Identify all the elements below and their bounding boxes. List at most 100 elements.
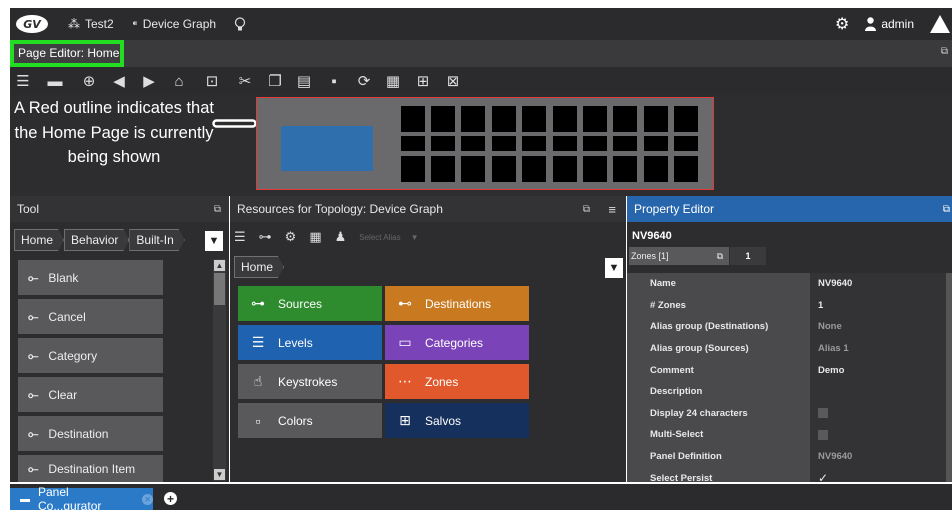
select-alias-dropdown[interactable]: Select Alias ▼	[359, 233, 418, 242]
panel-button-cell[interactable]	[644, 156, 668, 182]
panel-button-cell[interactable]	[613, 136, 637, 151]
property-value[interactable]: Alias 1	[810, 337, 952, 360]
filter-icon[interactable]: ▼	[605, 258, 623, 278]
zones-selector[interactable]: Zones [1] ⧉	[629, 247, 729, 265]
checkbox[interactable]	[818, 429, 828, 440]
delete-page-icon[interactable]: ⊡	[194, 67, 230, 95]
panel-button-cell[interactable]	[401, 106, 425, 132]
resource-tile-categories[interactable]: ▭ Categories	[385, 325, 529, 360]
panel-button-cell[interactable]	[553, 136, 577, 151]
popout-icon[interactable]: ⧉	[943, 204, 950, 215]
panel-button-cell[interactable]	[553, 156, 577, 182]
display-widget[interactable]	[281, 126, 373, 171]
property-value[interactable]	[810, 424, 952, 446]
panel-button-cell[interactable]	[613, 106, 637, 132]
panel-button-cell[interactable]	[522, 136, 546, 151]
panel-button-cell[interactable]	[492, 136, 516, 151]
panel-button-cell[interactable]	[644, 106, 668, 132]
copy-icon[interactable]: ❐	[260, 67, 290, 95]
panel-button-cell[interactable]	[583, 156, 607, 182]
panel-button-cell[interactable]	[613, 156, 637, 182]
arrange-icon[interactable]: ▪	[318, 67, 350, 95]
tool-item-category[interactable]: ⟜ Category	[18, 338, 163, 373]
panel-button-cell[interactable]	[401, 136, 425, 151]
list-icon[interactable]: ☰	[234, 229, 246, 245]
resource-tile-zones[interactable]: ⋯ Zones	[385, 364, 529, 399]
property-value[interactable]: 1	[810, 294, 952, 317]
warning-icon[interactable]	[930, 15, 950, 33]
tool-item-destination[interactable]: ⟜ Destination	[18, 416, 163, 451]
panel-button-cell[interactable]	[583, 136, 607, 151]
breadcrumb-behavior[interactable]: Behavior	[64, 229, 129, 251]
gear-icon[interactable]: ⚙	[285, 229, 297, 245]
tool-item-clear[interactable]: ⟜ Clear	[18, 377, 163, 412]
tool-item-cancel[interactable]: ⟜ Cancel	[18, 299, 163, 334]
panel-button-cell[interactable]	[583, 106, 607, 132]
property-value[interactable]	[810, 381, 952, 403]
panel-button-cell[interactable]	[492, 156, 516, 182]
tab-panel-configurator[interactable]: ▬ Panel Co...gurator ✕	[10, 485, 153, 513]
filter-icon[interactable]: ▼	[205, 231, 223, 251]
resource-tile-salvos[interactable]: ⊞ Salvos	[385, 403, 529, 438]
link-icon[interactable]: ⊶	[259, 229, 272, 245]
breadcrumb-home[interactable]: Home	[234, 256, 284, 278]
paste-icon[interactable]: ▤	[290, 67, 318, 95]
property-value[interactable]: None	[810, 316, 952, 338]
menu-icon[interactable]: ≡	[608, 202, 616, 217]
user-group-icon[interactable]: ♟	[335, 229, 347, 245]
resource-tile-destinations[interactable]: ⊷ Destinations	[385, 286, 529, 321]
grid-icon[interactable]: ▦	[309, 229, 321, 245]
zones-value[interactable]: 1	[730, 247, 766, 265]
home-icon[interactable]: ⌂	[164, 67, 194, 95]
panel-button-cell[interactable]	[522, 106, 546, 132]
list-icon[interactable]: ☰	[10, 67, 36, 95]
resource-tile-colors[interactable]: ▫ Colors	[238, 403, 382, 438]
tool-item-blank[interactable]: ⟜ Blank	[18, 260, 163, 295]
grid-icon[interactable]: ▦	[378, 67, 408, 95]
keyboard-icon[interactable]: ▬	[36, 67, 74, 95]
user-menu[interactable]: admin	[865, 17, 914, 31]
resource-tile-sources[interactable]: ⊶ Sources	[238, 286, 382, 321]
popout-icon[interactable]: ⧉	[941, 46, 948, 57]
property-value[interactable]: ✓	[810, 467, 952, 482]
panel-button-cell[interactable]	[674, 156, 698, 182]
close-icon[interactable]: ✕	[142, 493, 153, 505]
panel-button-cell[interactable]	[492, 106, 516, 132]
panel-button-cell[interactable]	[674, 106, 698, 132]
grid-outline-icon[interactable]: ⊞	[408, 67, 438, 95]
forward-icon[interactable]: ▶	[134, 67, 164, 95]
home-page-canvas[interactable]	[256, 97, 714, 190]
cut-icon[interactable]: ✂	[230, 67, 260, 95]
property-value[interactable]: NV9640	[810, 445, 952, 468]
topology-link[interactable]: ⁂ Test2	[68, 17, 114, 31]
panel-button-cell[interactable]	[461, 136, 485, 151]
clear-grid-icon[interactable]: ⊠	[438, 67, 468, 95]
gear-icon[interactable]: ⚙	[835, 14, 849, 34]
add-page-icon[interactable]: ⊕	[74, 67, 104, 95]
tool-item-destination-item[interactable]: ⟜ Destination Item	[18, 455, 163, 482]
panel-button-cell[interactable]	[431, 156, 455, 182]
tool-scrollbar[interactable]: ▲ ▼	[213, 259, 226, 481]
panel-button-cell[interactable]	[461, 156, 485, 182]
breadcrumb-built-in[interactable]: Built-In	[129, 229, 184, 251]
add-tab-icon[interactable]: +	[164, 492, 177, 506]
popout-icon[interactable]: ⧉	[583, 204, 590, 215]
gv-logo-icon[interactable]: GV	[14, 13, 50, 35]
resource-tile-keystrokes[interactable]: ☝ Keystrokes	[238, 364, 382, 399]
property-value[interactable]: NV9640	[810, 273, 952, 295]
breadcrumb-home[interactable]: Home	[14, 229, 64, 251]
property-scrollbar[interactable]	[946, 273, 952, 482]
panel-button-cell[interactable]	[644, 136, 668, 151]
refresh-icon[interactable]: ⟳	[350, 67, 378, 95]
lightbulb-button[interactable]	[234, 16, 246, 32]
panel-button-cell[interactable]	[553, 106, 577, 132]
back-icon[interactable]: ◀	[104, 67, 134, 95]
property-value[interactable]	[810, 402, 952, 425]
panel-button-cell[interactable]	[674, 136, 698, 151]
device-graph-link[interactable]: ⁌ Device Graph	[132, 17, 216, 31]
popout-icon[interactable]: ⧉	[214, 204, 221, 215]
resource-tile-levels[interactable]: ☰ Levels	[238, 325, 382, 360]
property-value[interactable]: Demo	[810, 359, 952, 381]
panel-button-cell[interactable]	[431, 106, 455, 132]
panel-button-cell[interactable]	[461, 106, 485, 132]
